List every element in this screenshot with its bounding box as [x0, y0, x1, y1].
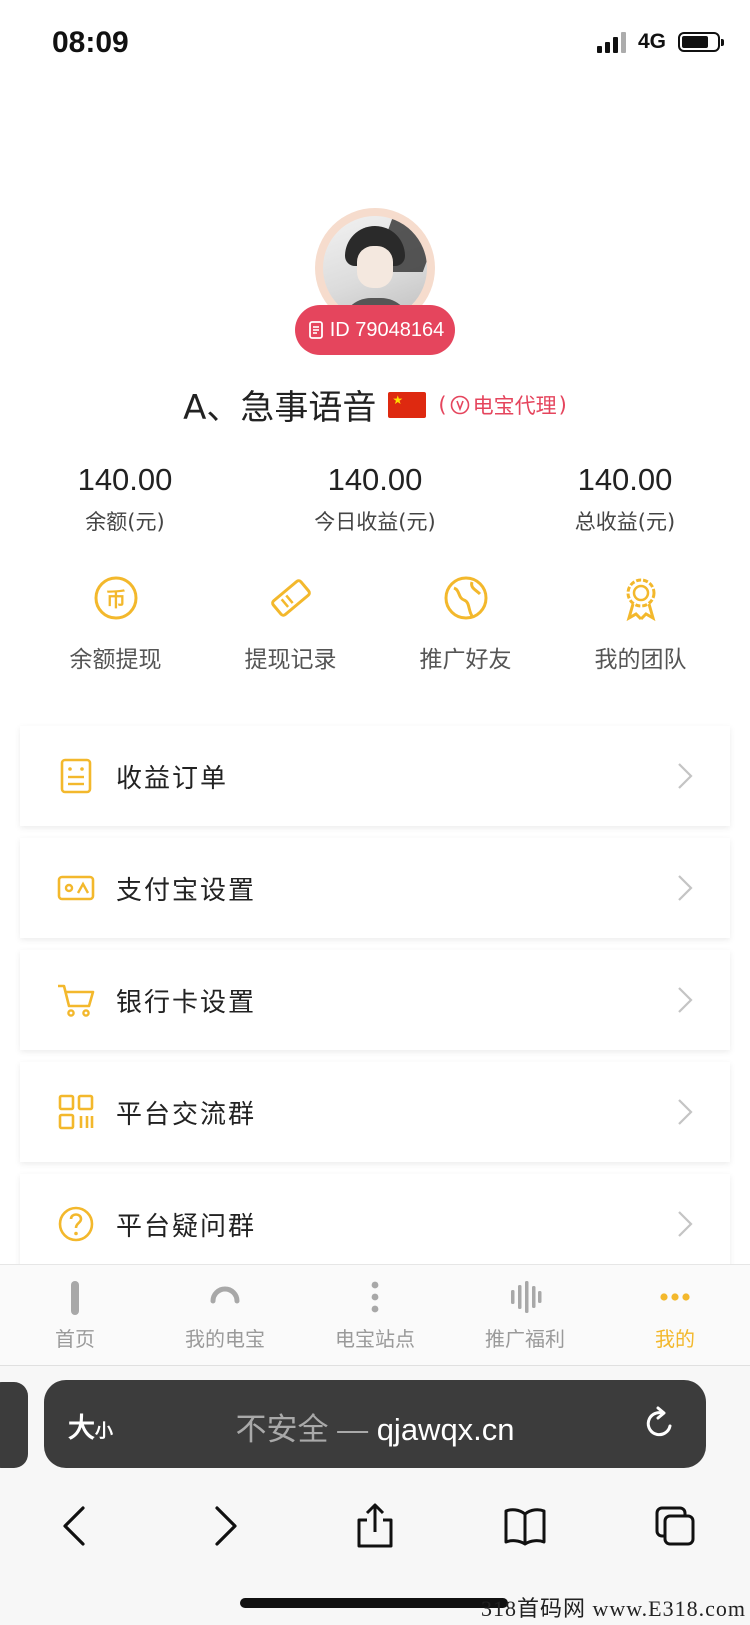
tab-mine[interactable]: 我的 [600, 1265, 750, 1365]
bar-icon [71, 1281, 79, 1315]
tab-label: 首页 [55, 1327, 95, 1351]
network-type: 4G [637, 30, 666, 53]
stat-today-earnings: 140.00 今日收益(元) [250, 462, 500, 536]
withdraw-balance-button[interactable]: 币 余额提现 [28, 572, 203, 674]
menu-item-alipay-settings[interactable]: 支付宝设置 [20, 838, 730, 938]
browser-chrome: 大小 不安全 — qjawqx.cn 318首码网 www.E318.com [0, 1365, 750, 1625]
back-icon[interactable] [53, 1502, 97, 1550]
reload-icon[interactable] [640, 1404, 678, 1444]
stat-label: 余额(元) [85, 510, 165, 534]
settings-menu: 收益订单 支付宝设置 银行卡设置 平台交流群 平台疑问群 [20, 726, 730, 1286]
home-indicator[interactable] [240, 1598, 508, 1608]
tab-label: 我的 [655, 1327, 695, 1351]
tab-promotion-benefits[interactable]: 推广福利 [450, 1265, 600, 1365]
menu-item-community-group[interactable]: 平台交流群 [20, 1062, 730, 1162]
chevron-right-icon [678, 1099, 693, 1125]
menu-item-earnings-orders[interactable]: 收益订单 [20, 726, 730, 826]
tab-label: 推广福利 [485, 1327, 565, 1351]
stat-balance: 140.00 余额(元) [0, 462, 250, 536]
chevron-right-icon [678, 763, 693, 789]
tab-my-dianbao[interactable]: 我的电宝 [150, 1265, 300, 1365]
tab-label: 我的电宝 [185, 1327, 265, 1351]
earnings-stats: 140.00 余额(元) 140.00 今日收益(元) 140.00 总收益(元… [0, 462, 750, 536]
waveform-icon [511, 1281, 542, 1313]
quick-action-label: 余额提现 [69, 647, 162, 673]
status-time: 08:09 [52, 26, 129, 59]
quick-action-label: 提现记录 [244, 647, 337, 673]
stat-label: 今日收益(元) [314, 510, 436, 534]
user-id-text: ID 79048164 [329, 318, 445, 341]
forward-icon[interactable] [203, 1502, 247, 1550]
url-domain: qjawqx.cn [376, 1412, 515, 1447]
agent-badge: ( 电宝代理 ) [438, 390, 566, 420]
tabs-icon[interactable] [653, 1502, 697, 1550]
menu-label: 收益订单 [116, 763, 229, 794]
tab-label: 电宝站点 [335, 1327, 415, 1351]
quick-actions: 币 余额提现 提现记录 推广好友 我的团队 [28, 572, 728, 674]
globe-icon [444, 576, 487, 620]
qrcode-icon [58, 1094, 94, 1130]
text-size-small: 小 [95, 1421, 113, 1442]
spinner-icon [210, 1286, 240, 1304]
menu-label: 银行卡设置 [116, 987, 257, 1018]
copy-icon [308, 321, 323, 339]
text-size-big: 大 [68, 1413, 95, 1444]
status-indicators: 4G [596, 30, 724, 54]
signal-icon [596, 31, 626, 53]
status-bar: 08:09 4G [0, 0, 750, 90]
stat-label: 总收益(元) [574, 510, 676, 534]
stat-value: 140.00 [577, 462, 673, 497]
agent-badge-label: 电宝代理 [472, 393, 557, 418]
watermark: 318首码网 www.E318.com [480, 1596, 746, 1621]
browser-toolbar [0, 1486, 750, 1566]
username-row: A、急事语音 ★ ( 电宝代理 ) [0, 380, 750, 429]
chevron-right-icon [678, 875, 693, 901]
menu-item-help-group[interactable]: 平台疑问群 [20, 1174, 730, 1274]
question-icon [58, 1206, 94, 1242]
agent-icon [450, 395, 469, 414]
order-icon [60, 758, 92, 794]
username: A、急事语音 [183, 388, 377, 428]
tab-home[interactable]: 首页 [0, 1265, 150, 1365]
invite-friends-button[interactable]: 推广好友 [378, 572, 553, 674]
menu-label: 平台交流群 [116, 1099, 257, 1130]
user-id-badge[interactable]: ID 79048164 [295, 305, 455, 355]
svg-text:币: 币 [106, 587, 126, 611]
menu-item-bank-card-settings[interactable]: 银行卡设置 [20, 950, 730, 1050]
bookmarks-icon[interactable] [503, 1502, 547, 1550]
award-icon [626, 578, 655, 622]
menu-label: 支付宝设置 [116, 875, 257, 906]
dots-horizontal-icon [660, 1293, 690, 1301]
text-size-button[interactable]: 大小 [68, 1406, 113, 1445]
withdraw-history-button[interactable]: 提现记录 [203, 572, 378, 674]
coin-icon: 币 [94, 576, 137, 620]
menu-label: 平台疑问群 [116, 1211, 257, 1242]
stat-value: 140.00 [77, 462, 173, 497]
url-display[interactable]: 不安全 — qjawqx.cn [124, 1404, 626, 1449]
my-team-button[interactable]: 我的团队 [553, 572, 728, 674]
cart-icon [58, 984, 95, 1017]
share-icon[interactable] [353, 1502, 397, 1550]
chevron-right-icon [678, 1211, 693, 1237]
previous-tab-preview[interactable] [0, 1382, 28, 1468]
tab-dianbao-sites[interactable]: 电宝站点 [300, 1265, 450, 1365]
dots-vertical-icon [371, 1281, 379, 1313]
bottom-tab-bar: 首页 我的电宝 电宝站点 推广福利 我的 [0, 1264, 750, 1365]
address-bar[interactable]: 大小 不安全 — qjawqx.cn [44, 1380, 706, 1468]
wallet-icon [57, 875, 95, 901]
url-security-label: 不安全 — [235, 1412, 377, 1447]
stat-total-earnings: 140.00 总收益(元) [500, 462, 750, 536]
battery-icon [678, 32, 724, 52]
china-flag-icon: ★ [388, 391, 427, 418]
chevron-right-icon [678, 987, 693, 1013]
ticket-icon [270, 579, 311, 617]
quick-action-label: 我的团队 [594, 647, 687, 673]
stat-value: 140.00 [327, 462, 423, 497]
quick-action-label: 推广好友 [419, 647, 512, 673]
